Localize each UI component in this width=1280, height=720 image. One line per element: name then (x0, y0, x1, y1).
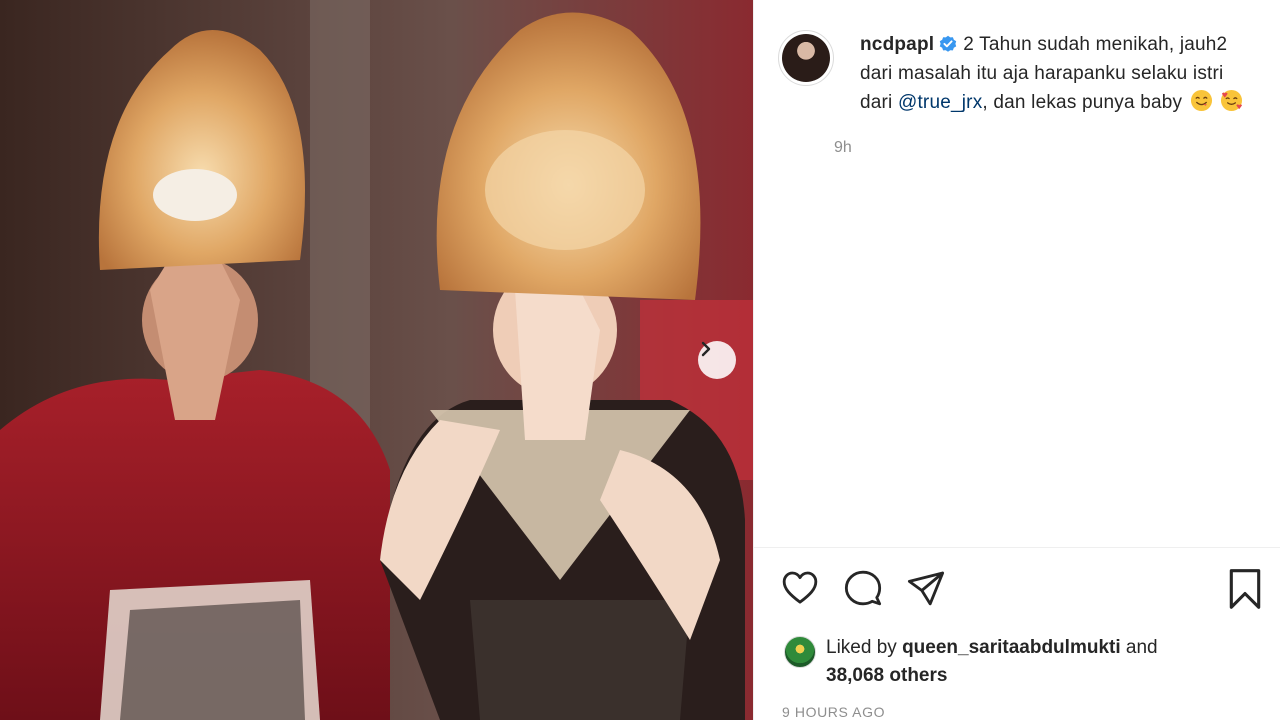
liked-by-prefix: Liked by (826, 637, 897, 658)
profile-avatar[interactable] (778, 30, 834, 86)
verified-badge-icon (940, 35, 957, 52)
instagram-post: ncdpapl 2 Tahun sudah menikah, jauh2 dari… (0, 0, 1280, 720)
liked-by-and: and (1125, 637, 1158, 658)
post-photo[interactable] (0, 0, 753, 720)
post-sidebar: ncdpapl 2 Tahun sudah menikah, jauh2 dari… (753, 0, 1280, 720)
divider (754, 547, 1280, 548)
wedding-photo-illustration (0, 0, 753, 720)
post-time-short[interactable]: 9h (834, 139, 1258, 157)
paper-plane-icon[interactable] (906, 568, 946, 608)
likes-count-link[interactable]: 38,068 others (826, 665, 947, 686)
next-photo-button[interactable] (698, 341, 736, 379)
likes-summary: Liked by queen_saritaabdulmukti and 38,0… (784, 634, 1158, 690)
heart-icon[interactable] (780, 568, 820, 608)
liker-avatar[interactable] (784, 636, 816, 668)
smiling-face-with-hearts-emoji (1221, 89, 1243, 112)
bookmark-icon[interactable] (1226, 568, 1264, 610)
mention-link[interactable]: @true_jrx (898, 92, 982, 113)
caption-text-end: , dan lekas punya baby (982, 92, 1183, 113)
caption-row: ncdpapl 2 Tahun sudah menikah, jauh2 dari… (778, 30, 1258, 157)
action-bar (780, 568, 1261, 612)
chevron-right-icon (701, 341, 711, 357)
yum-face-emoji (1190, 89, 1212, 112)
caption-block: ncdpapl 2 Tahun sudah menikah, jauh2 dari… (834, 30, 1258, 157)
likes-text: Liked by queen_saritaabdulmukti and 38,0… (826, 634, 1158, 690)
comment-icon[interactable] (843, 568, 883, 608)
liker-username-link[interactable]: queen_saritaabdulmukti (902, 637, 1121, 658)
avatar-image (782, 34, 830, 82)
username-link[interactable]: ncdpapl (860, 34, 934, 55)
post-time-long[interactable]: 9 HOURS AGO (782, 704, 885, 720)
caption: ncdpapl 2 Tahun sudah menikah, jauh2 dari… (860, 30, 1258, 117)
